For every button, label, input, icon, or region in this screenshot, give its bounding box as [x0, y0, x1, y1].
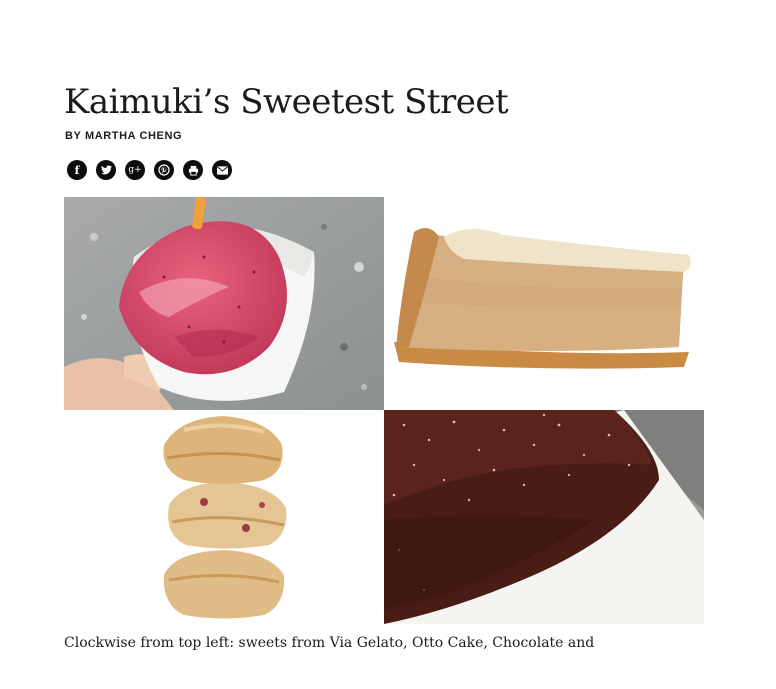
article-title: Kaimuki’s Sweetest Street: [64, 82, 509, 122]
facebook-share-button[interactable]: f: [67, 160, 87, 180]
chocolate-cake-photo[interactable]: [384, 410, 704, 624]
gelato-photo[interactable]: [64, 197, 384, 410]
google-plus-share-button[interactable]: g+: [125, 160, 145, 180]
twitter-icon: [100, 165, 112, 175]
article: Kaimuki’s Sweetest Street BY MARTHA CHEN…: [0, 0, 776, 689]
pinterest-icon: [158, 164, 170, 176]
google-plus-icon: g+: [128, 164, 142, 175]
dessert-photo-collage[interactable]: [64, 197, 704, 624]
facebook-icon: f: [74, 163, 80, 177]
photo-caption: Clockwise from top left: sweets from Via…: [64, 635, 595, 651]
email-share-button[interactable]: [212, 160, 232, 180]
twitter-share-button[interactable]: [96, 160, 116, 180]
cake-slice-photo[interactable]: [384, 197, 704, 410]
share-bar: f g+: [67, 160, 232, 180]
print-icon: [188, 165, 198, 176]
scones-photo[interactable]: [64, 410, 384, 624]
pinterest-share-button[interactable]: [154, 160, 174, 180]
print-button[interactable]: [183, 160, 203, 180]
article-byline: BY MARTHA CHENG: [65, 130, 183, 142]
email-icon: [216, 165, 228, 175]
